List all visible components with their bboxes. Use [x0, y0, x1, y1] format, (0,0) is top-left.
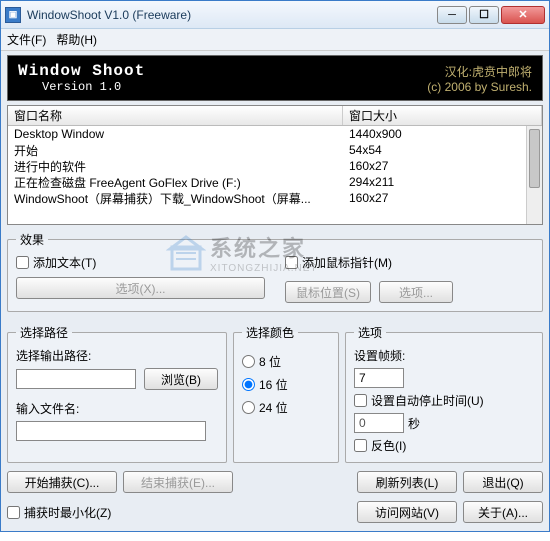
- add-text-checkbox[interactable]: 添加文本(T): [16, 254, 265, 271]
- table-row[interactable]: 开始54x54: [8, 142, 542, 158]
- banner-credit2: (c) 2006 by Suresh.: [427, 80, 532, 94]
- options-group: 选项 设置帧频: 设置自动停止时间(U) 秒 反色(I): [345, 324, 543, 463]
- options-legend: 选项: [354, 324, 386, 341]
- table-body: Desktop Window1440x900 开始54x54 进行中的软件160…: [8, 126, 542, 206]
- banner-credit1: 汉化:虎贲中郎将: [427, 63, 532, 80]
- colors-group: 选择颜色 8 位 16 位 24 位: [233, 324, 339, 463]
- about-button[interactable]: 关于(A)...: [463, 501, 543, 523]
- table-header: 窗口名称 窗口大小: [8, 106, 542, 126]
- text-options-button: 选项(X)...: [16, 277, 265, 299]
- end-capture-button: 结束捕获(E)...: [123, 471, 233, 493]
- seconds-label: 秒: [408, 415, 420, 432]
- menu-file[interactable]: 文件(F): [7, 31, 46, 48]
- close-button[interactable]: ✕: [501, 6, 545, 24]
- banner-title: Window Shoot: [18, 62, 145, 80]
- table-row[interactable]: WindowShoot（屏幕捕获）下载_WindowShoot（屏幕...160…: [8, 190, 542, 206]
- menu-help[interactable]: 帮助(H): [56, 31, 97, 48]
- window-title: WindowShoot V1.0 (Freeware): [27, 8, 435, 22]
- out-path-label: 选择输出路径:: [16, 347, 218, 364]
- add-text-input[interactable]: [16, 256, 29, 269]
- effect-options-button: 选项...: [379, 281, 453, 303]
- color-8-radio[interactable]: 8 位: [242, 353, 330, 370]
- colors-legend: 选择颜色: [242, 324, 298, 341]
- effects-legend: 效果: [16, 231, 48, 248]
- minimize-button[interactable]: ─: [437, 6, 467, 24]
- auto-stop-time-input: [354, 413, 404, 433]
- fps-input[interactable]: [354, 368, 404, 388]
- app-icon: ▣: [5, 7, 21, 23]
- titlebar[interactable]: ▣ WindowShoot V1.0 (Freeware) ─ ☐ ✕: [1, 1, 549, 29]
- invert-checkbox[interactable]: 反色(I): [354, 437, 534, 454]
- auto-stop-checkbox[interactable]: 设置自动停止时间(U): [354, 392, 534, 409]
- path-group: 选择路径 选择输出路径: 浏览(B) 输入文件名:: [7, 324, 227, 463]
- color-16-radio[interactable]: 16 位: [242, 376, 330, 393]
- add-cursor-checkbox[interactable]: 添加鼠标指针(M): [285, 254, 534, 271]
- cursor-pos-button: 鼠标位置(S): [285, 281, 371, 303]
- minimize-on-capture-input[interactable]: [7, 506, 20, 519]
- scrollbar-thumb[interactable]: [529, 129, 540, 188]
- col-size-header[interactable]: 窗口大小: [343, 106, 542, 125]
- color-24-radio[interactable]: 24 位: [242, 399, 330, 416]
- browse-button[interactable]: 浏览(B): [144, 368, 218, 390]
- scrollbar-vertical[interactable]: [526, 126, 542, 224]
- col-name-header[interactable]: 窗口名称: [8, 106, 343, 125]
- content-area: Window Shoot Version 1.0 汉化:虎贲中郎将 (c) 20…: [1, 51, 549, 531]
- website-button[interactable]: 访问网站(V): [357, 501, 457, 523]
- add-cursor-input[interactable]: [285, 256, 298, 269]
- exit-button[interactable]: 退出(Q): [463, 471, 543, 493]
- menubar: 文件(F) 帮助(H): [1, 29, 549, 51]
- start-capture-button[interactable]: 开始捕获(C)...: [7, 471, 117, 493]
- auto-stop-input[interactable]: [354, 394, 367, 407]
- table-row[interactable]: Desktop Window1440x900: [8, 126, 542, 142]
- table-row[interactable]: 进行中的软件160x27: [8, 158, 542, 174]
- banner-version: Version 1.0: [42, 80, 121, 94]
- path-legend: 选择路径: [16, 324, 72, 341]
- invert-input[interactable]: [354, 439, 367, 452]
- fps-label: 设置帧频:: [354, 347, 534, 364]
- minimize-on-capture-checkbox[interactable]: 捕获时最小化(Z): [7, 504, 111, 521]
- table-row[interactable]: 正在检查磁盘 FreeAgent GoFlex Drive (F:)294x21…: [8, 174, 542, 190]
- out-path-input[interactable]: [16, 369, 136, 389]
- application-window: ▣ WindowShoot V1.0 (Freeware) ─ ☐ ✕ 文件(F…: [0, 0, 550, 532]
- file-name-label: 输入文件名:: [16, 400, 218, 417]
- banner: Window Shoot Version 1.0 汉化:虎贲中郎将 (c) 20…: [7, 55, 543, 101]
- file-name-input[interactable]: [16, 421, 206, 441]
- maximize-button[interactable]: ☐: [469, 6, 499, 24]
- refresh-button[interactable]: 刷新列表(L): [357, 471, 457, 493]
- window-list[interactable]: 窗口名称 窗口大小 Desktop Window1440x900 开始54x54…: [7, 105, 543, 225]
- effects-group: 效果 添加文本(T) 选项(X)... 添加鼠标指针(M) 鼠标位置(S): [7, 231, 543, 312]
